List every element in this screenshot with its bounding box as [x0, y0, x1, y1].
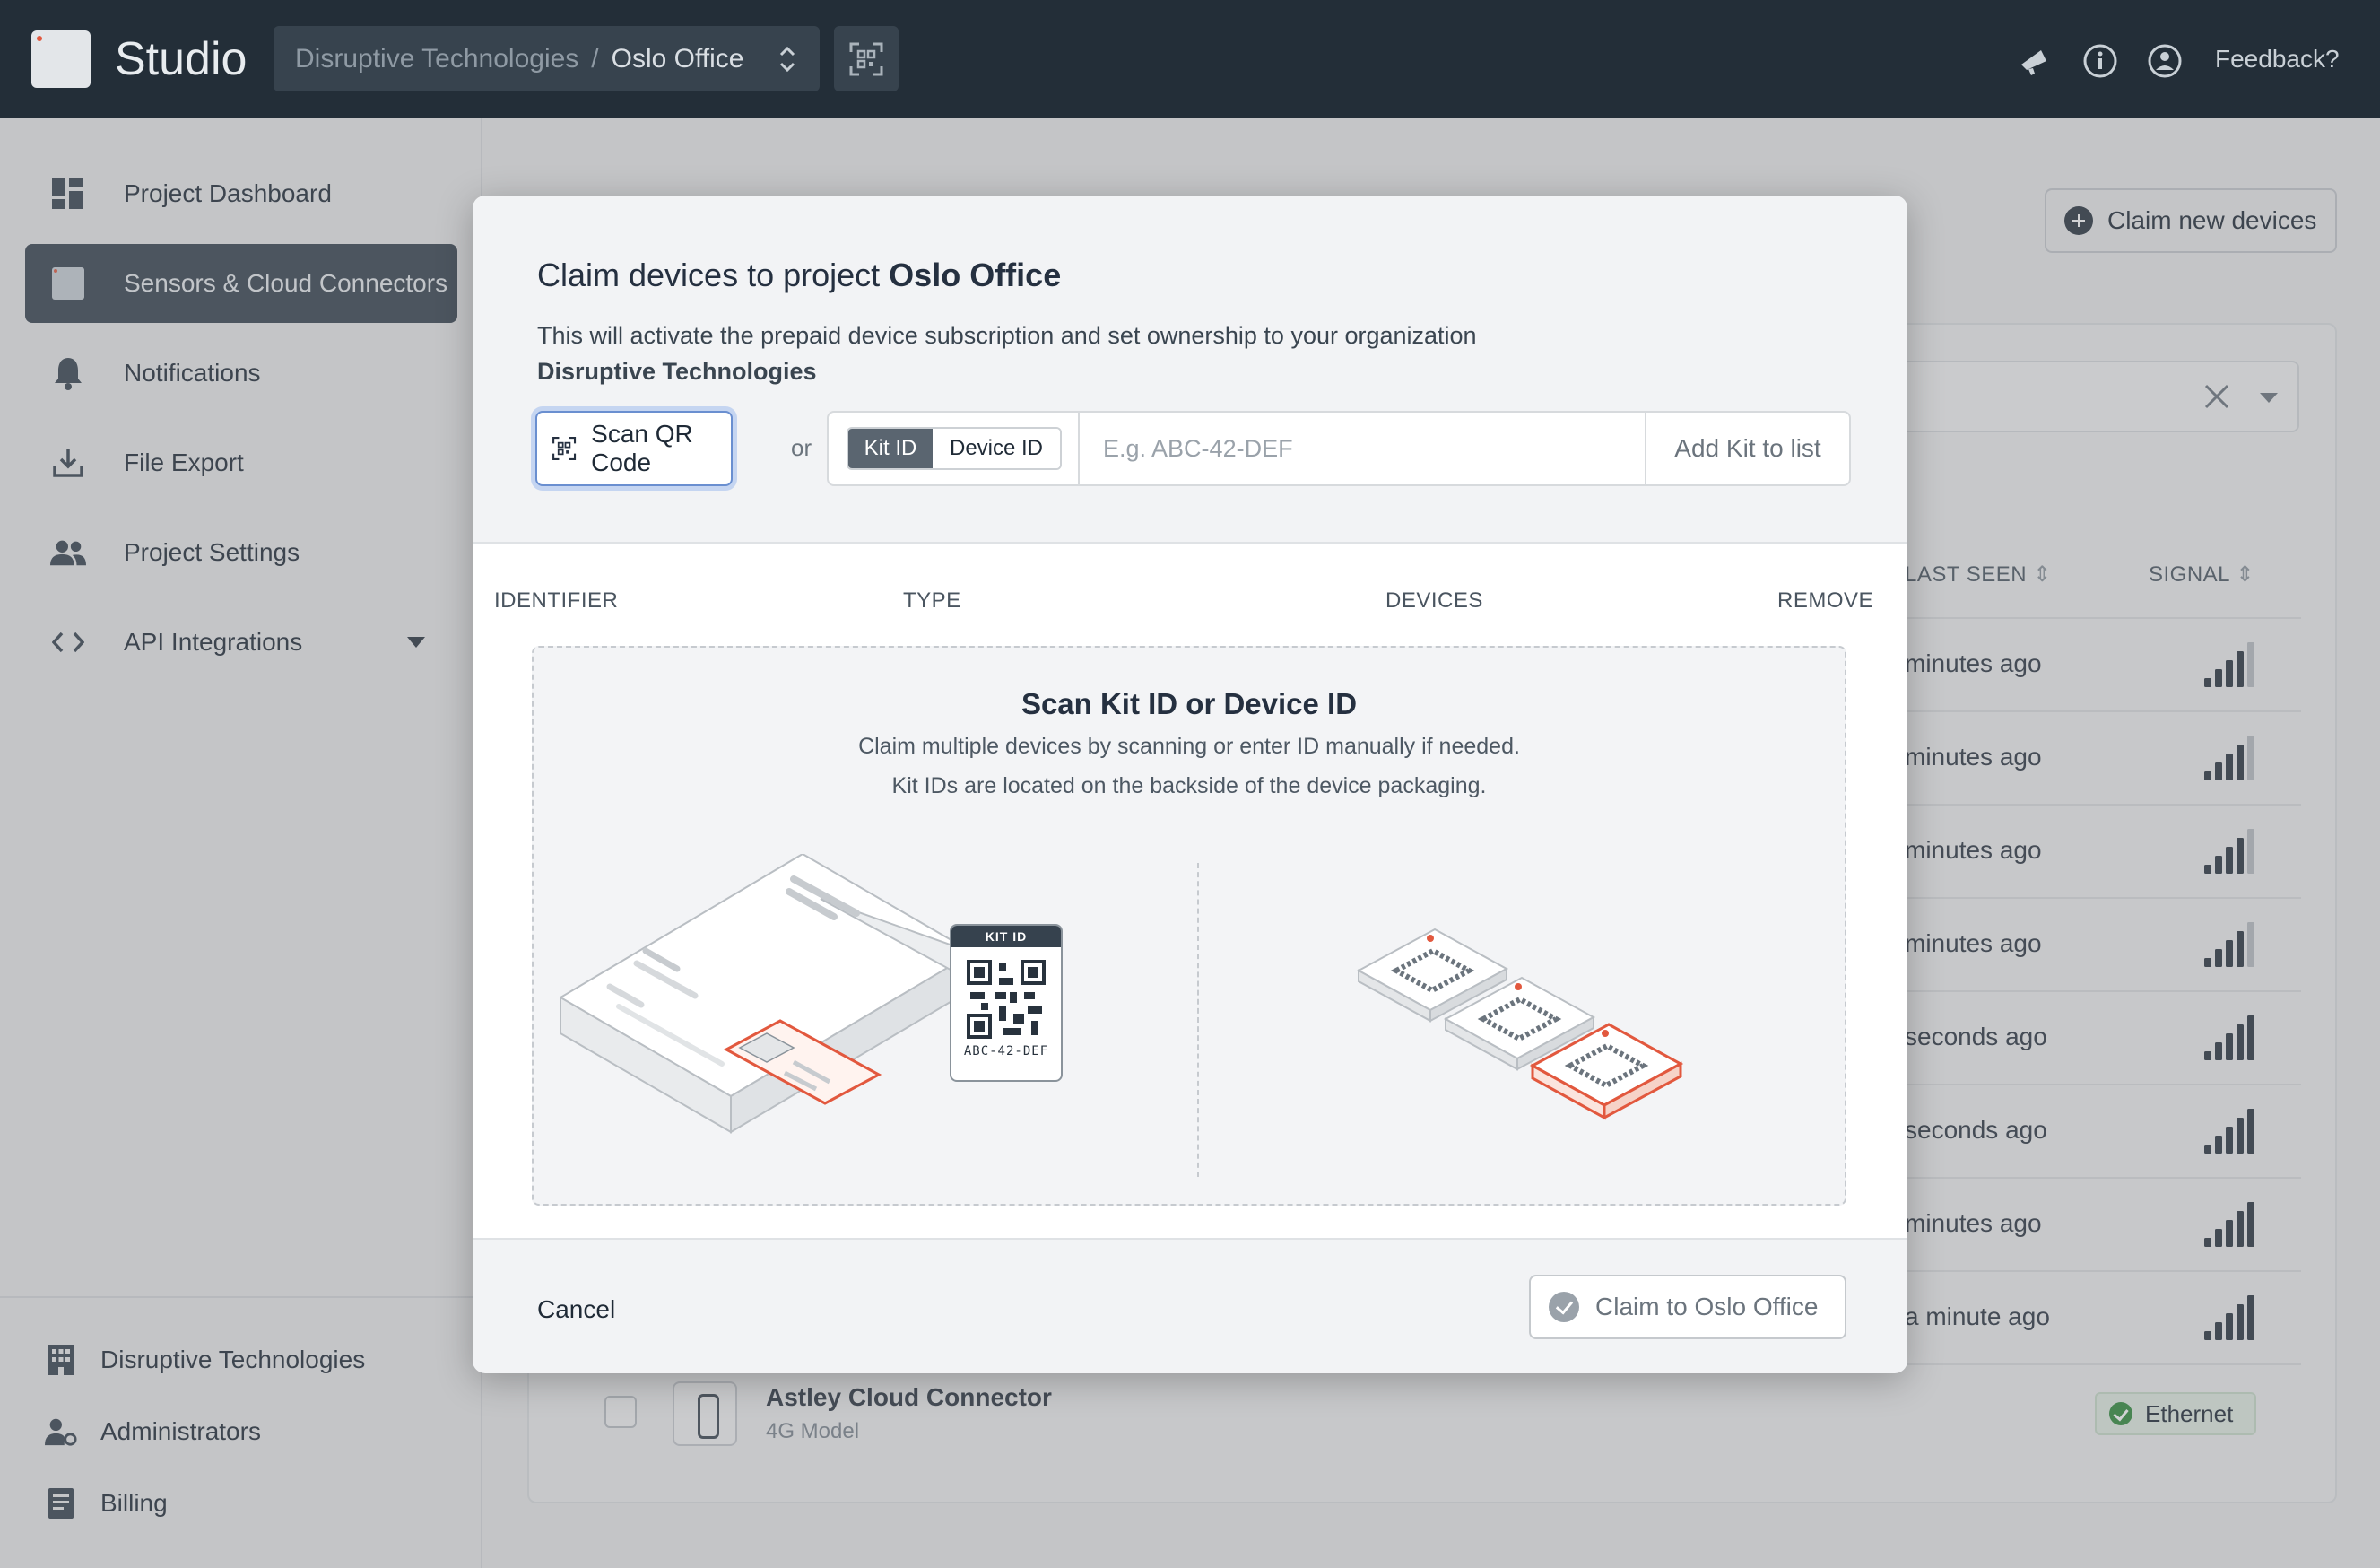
modal-title: Claim devices to project Oslo Office [537, 257, 1062, 293]
scan-drop-zone: Scan Kit ID or Device ID Claim multiple … [532, 646, 1846, 1206]
drop-zone-title: Scan Kit ID or Device ID [1021, 687, 1358, 720]
device-id-toggle[interactable]: Device ID [933, 429, 1060, 468]
info-icon[interactable] [2082, 43, 2118, 79]
id-entry-group: Kit ID Device ID Add Kit to list [827, 411, 1851, 486]
app-logo[interactable] [31, 30, 91, 88]
column-remove: REMOVE [1777, 588, 1874, 613]
illustration-divider [1197, 863, 1199, 1177]
modal-description: This will activate the prepaid device su… [537, 318, 1613, 389]
claim-to-project-button[interactable]: Claim to Oslo Office [1529, 1275, 1846, 1339]
scan-qr-label: Scan QR Code [591, 420, 693, 476]
top-bar: Studio Disruptive Technologies / Oslo Of… [0, 0, 2380, 118]
check-circle-icon [1549, 1292, 1579, 1322]
claim-list-section: IDENTIFIER TYPE DEVICES REMOVE Scan Kit … [473, 542, 1907, 1240]
modal-header: Claim devices to project Oslo Office Thi… [473, 196, 1907, 542]
cancel-button[interactable]: Cancel [537, 1295, 615, 1324]
modal-org: Disruptive Technologies [537, 358, 817, 385]
qr-scan-icon [849, 42, 883, 75]
project-switcher[interactable]: Disruptive Technologies / Oslo Office [274, 26, 820, 91]
kit-tag-code: ABC-42-DEF [963, 1044, 1049, 1058]
column-type: TYPE [903, 588, 961, 613]
claim-devices-modal: Claim devices to project Oslo Office Thi… [473, 196, 1907, 1373]
megaphone-icon[interactable] [2018, 43, 2054, 79]
breadcrumb-project: Oslo Office [611, 43, 744, 74]
kit-id-toggle[interactable]: Kit ID [848, 429, 933, 468]
kit-id-tag: KIT ID ABC-42-DEF [950, 924, 1063, 1082]
sensors-illustration [1356, 928, 1684, 1120]
drop-zone-line-1: Claim multiple devices by scanning or en… [858, 734, 1520, 759]
qr-scan-icon [552, 436, 577, 461]
chevron-up-down-icon [779, 46, 795, 73]
user-account-icon[interactable] [2147, 43, 2183, 79]
claim-label: Claim to Oslo Office [1595, 1293, 1819, 1320]
id-type-toggle: Kit ID Device ID [847, 427, 1062, 470]
column-identifier: IDENTIFIER [494, 588, 619, 613]
or-label: or [791, 434, 812, 461]
scan-qr-top-button[interactable] [834, 26, 899, 91]
breadcrumb-separator: / [591, 43, 599, 74]
column-devices: DEVICES [1385, 588, 1483, 613]
scan-qr-code-button[interactable]: Scan QR Code [535, 411, 733, 486]
kit-id-input[interactable] [1078, 413, 1646, 484]
feedback-link[interactable]: Feedback? [2215, 45, 2340, 74]
add-kit-button[interactable]: Add Kit to list [1646, 413, 1849, 484]
kit-tag-title: KIT ID [951, 926, 1061, 947]
drop-zone-line-2: Kit IDs are located on the backside of t… [891, 773, 1487, 798]
app-name: Studio [115, 33, 248, 85]
qr-code-icon [967, 960, 1046, 1039]
breadcrumb-org: Disruptive Technologies [295, 43, 579, 74]
